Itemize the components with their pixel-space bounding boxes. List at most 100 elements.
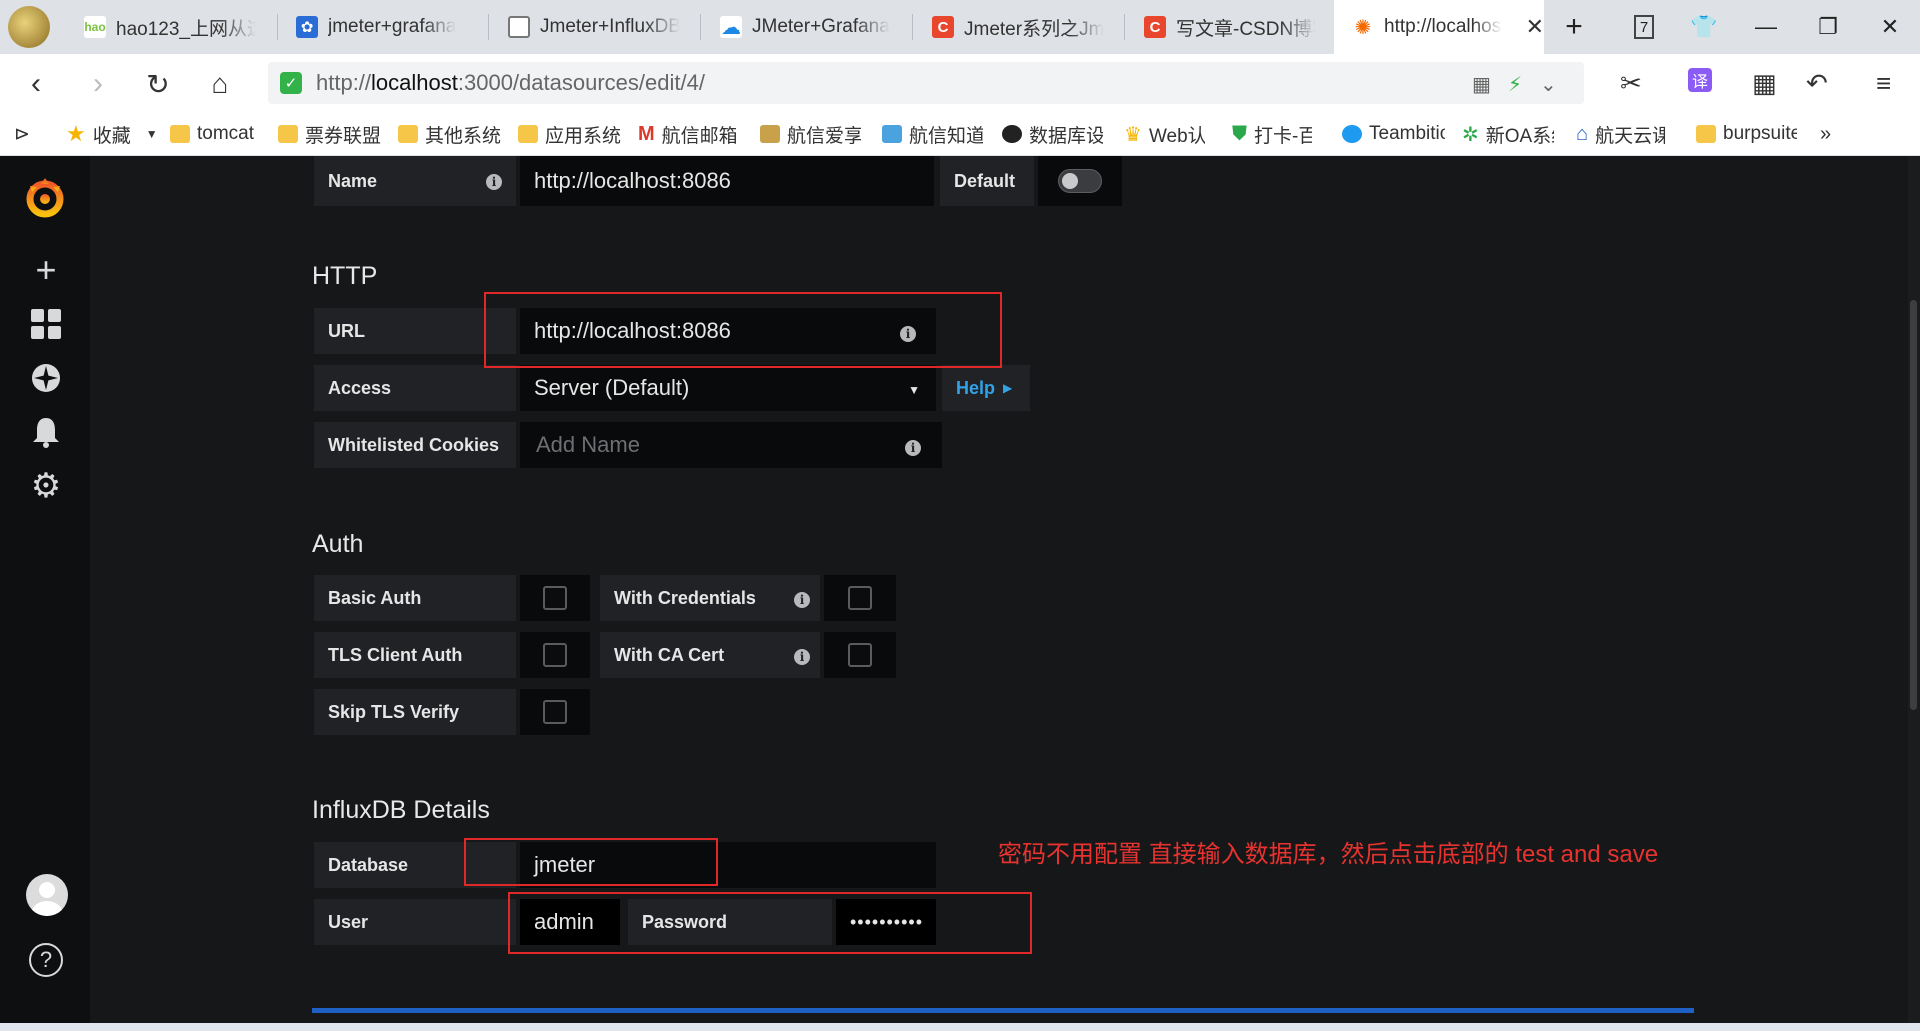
- restore-button[interactable]: ❐: [1800, 0, 1856, 54]
- back-button[interactable]: ‹: [16, 64, 56, 104]
- teambition-icon: [1342, 125, 1362, 143]
- sidebar-toggle-icon[interactable]: ⊳: [14, 112, 30, 156]
- address-row: ‹ › ↻ ⌂ ✓ http://localhost:3000/datasour…: [0, 54, 1920, 112]
- tab-csdn-write[interactable]: C 写文章-CSDN博客: [1126, 0, 1332, 54]
- database-input[interactable]: jmeter: [518, 840, 938, 890]
- explore-icon[interactable]: [26, 358, 66, 398]
- forward-button[interactable]: ›: [78, 64, 118, 104]
- bookmark-oa[interactable]: ✲新OA系统: [1462, 112, 1554, 156]
- os-taskbar: [0, 1023, 1920, 1031]
- bookmark-app[interactable]: 航信爱享: [760, 112, 861, 156]
- browser-tab-bar: hao hao123_上网从这里开始 ✿ jmeter+grafana Jmet…: [0, 0, 1920, 54]
- close-window-button[interactable]: ✕: [1862, 0, 1918, 54]
- chevron-down-icon[interactable]: ⌄: [1540, 72, 1557, 97]
- scrollbar-thumb[interactable]: [1910, 300, 1917, 710]
- compass-svg: [32, 364, 60, 392]
- bookmark-cloud-class[interactable]: ⌂航天云课堂: [1576, 112, 1665, 156]
- folder-icon: [518, 125, 538, 143]
- minimize-button[interactable]: —: [1738, 0, 1794, 54]
- default-toggle[interactable]: [1058, 169, 1102, 193]
- qr-code-icon[interactable]: ▦: [1472, 72, 1491, 97]
- bookmark-folder[interactable]: 票券联盟: [278, 112, 381, 156]
- help-button[interactable]: Help ▶: [940, 363, 1032, 413]
- bookmark-teambition[interactable]: Teambition: [1342, 112, 1445, 156]
- address-bar[interactable]: ✓ http://localhost:3000/datasources/edit…: [268, 62, 1584, 104]
- bookmark-app[interactable]: 航信知道: [882, 112, 983, 156]
- tab-title: hao123_上网从这里开始: [116, 18, 256, 40]
- new-tab-button[interactable]: +: [1546, 0, 1602, 54]
- bell-svg: [33, 418, 59, 448]
- tab-jmeter-series[interactable]: C Jmeter系列之Jmeter: [914, 0, 1122, 54]
- user-input[interactable]: admin: [518, 897, 622, 947]
- bookmark-tomcat[interactable]: tomcat: [170, 112, 254, 156]
- close-tab-icon[interactable]: ✕: [1526, 14, 1544, 40]
- bookmark-db[interactable]: 数据库设计: [1002, 112, 1103, 156]
- folder-icon: [170, 125, 190, 143]
- info-icon[interactable]: i: [486, 174, 502, 190]
- bookmark-shield[interactable]: ⛊打卡-百度: [1232, 112, 1312, 156]
- info-icon[interactable]: i: [905, 440, 921, 456]
- gear-icon[interactable]: ⚙: [26, 466, 66, 506]
- with-ca-cert-checkbox[interactable]: [848, 643, 872, 667]
- translate-icon[interactable]: 译: [1688, 68, 1712, 92]
- apps-grid-icon[interactable]: ▦: [1752, 68, 1777, 99]
- undo-icon[interactable]: ↶: [1806, 68, 1828, 99]
- tab-jmeter-grafana[interactable]: ✿ jmeter+grafana: [278, 0, 484, 54]
- avatar-icon: [8, 6, 50, 48]
- info-icon[interactable]: i: [794, 592, 810, 608]
- tab-divider: [912, 14, 913, 40]
- csdn-icon: C: [1144, 16, 1166, 38]
- with-credentials-checkbox[interactable]: [848, 586, 872, 610]
- tab-divider: [1124, 14, 1125, 40]
- info-icon[interactable]: i: [900, 326, 916, 342]
- skip-tls-checkbox[interactable]: [543, 700, 567, 724]
- tab-jmeter-grafana-2[interactable]: ☁ JMeter+Grafana: [702, 0, 910, 54]
- bookmark-web[interactable]: ♛Web认证: [1124, 112, 1205, 156]
- bookmark-favorites[interactable]: ★ 收藏 ▼: [66, 112, 158, 156]
- skin-icon[interactable]: 👕: [1676, 0, 1732, 54]
- cookies-label: Whitelisted Cookies: [312, 420, 518, 470]
- plus-icon[interactable]: +: [26, 249, 66, 290]
- default-label: Default: [938, 156, 1036, 208]
- bookmark-mail[interactable]: M 航信邮箱: [638, 112, 736, 156]
- star-icon: ★: [66, 121, 86, 146]
- url-input[interactable]: http://localhost:8086: [518, 306, 938, 356]
- dashboards-svg: [31, 309, 61, 339]
- folder-icon: [1696, 125, 1716, 143]
- tab-jmeter-influx[interactable]: Jmeter+InfluxDB: [490, 0, 700, 54]
- tab-title: 写文章-CSDN博客: [1176, 18, 1316, 40]
- bookmark-folder[interactable]: 其他系统: [398, 112, 501, 156]
- address-url: http://localhost:3000/datasources/edit/4…: [316, 70, 705, 95]
- with-ca-cert-label: With CA Cert: [598, 630, 822, 680]
- lightning-icon[interactable]: ⚡: [1508, 72, 1522, 97]
- password-input[interactable]: ••••••••••: [834, 897, 938, 947]
- tab-localhost-active[interactable]: ✺ http://localhost:3000 ✕: [1334, 0, 1544, 54]
- bookmarks-more-button[interactable]: »: [1820, 112, 1831, 156]
- grafana-logo-icon[interactable]: [20, 172, 70, 222]
- help-icon[interactable]: ?: [26, 940, 66, 980]
- cookies-input[interactable]: Add Name: [518, 420, 944, 470]
- menu-icon[interactable]: ≡: [1876, 68, 1891, 99]
- password-label: Password: [626, 897, 834, 947]
- access-select[interactable]: Server (Default) ▼: [518, 363, 938, 413]
- skip-tls-label: Skip TLS Verify: [312, 687, 518, 737]
- bell-icon[interactable]: [26, 412, 66, 452]
- tls-client-auth-checkbox-cell: [518, 630, 592, 680]
- basic-auth-checkbox[interactable]: [543, 586, 567, 610]
- info-icon[interactable]: i: [794, 649, 810, 665]
- tab-counter-button[interactable]: 7: [1616, 0, 1672, 54]
- scissors-icon[interactable]: ✂: [1620, 68, 1642, 99]
- bookmark-folder[interactable]: 应用系统: [518, 112, 621, 156]
- home-button[interactable]: ⌂: [200, 64, 240, 104]
- hao123-icon: hao: [84, 16, 106, 38]
- dashboards-icon[interactable]: [26, 304, 66, 344]
- tab-hao123[interactable]: hao hao123_上网从这里开始: [66, 0, 272, 54]
- access-label: Access: [312, 363, 518, 413]
- influxdb-heading: InfluxDB Details: [312, 796, 490, 824]
- name-input[interactable]: http://localhost:8086: [518, 156, 936, 208]
- avatar-icon[interactable]: [26, 874, 68, 916]
- bookmark-burpsuite[interactable]: burpsuite: [1696, 112, 1797, 156]
- action-bar-edge: [312, 1008, 1694, 1013]
- reload-button[interactable]: ↻: [138, 64, 178, 104]
- tls-client-auth-checkbox[interactable]: [543, 643, 567, 667]
